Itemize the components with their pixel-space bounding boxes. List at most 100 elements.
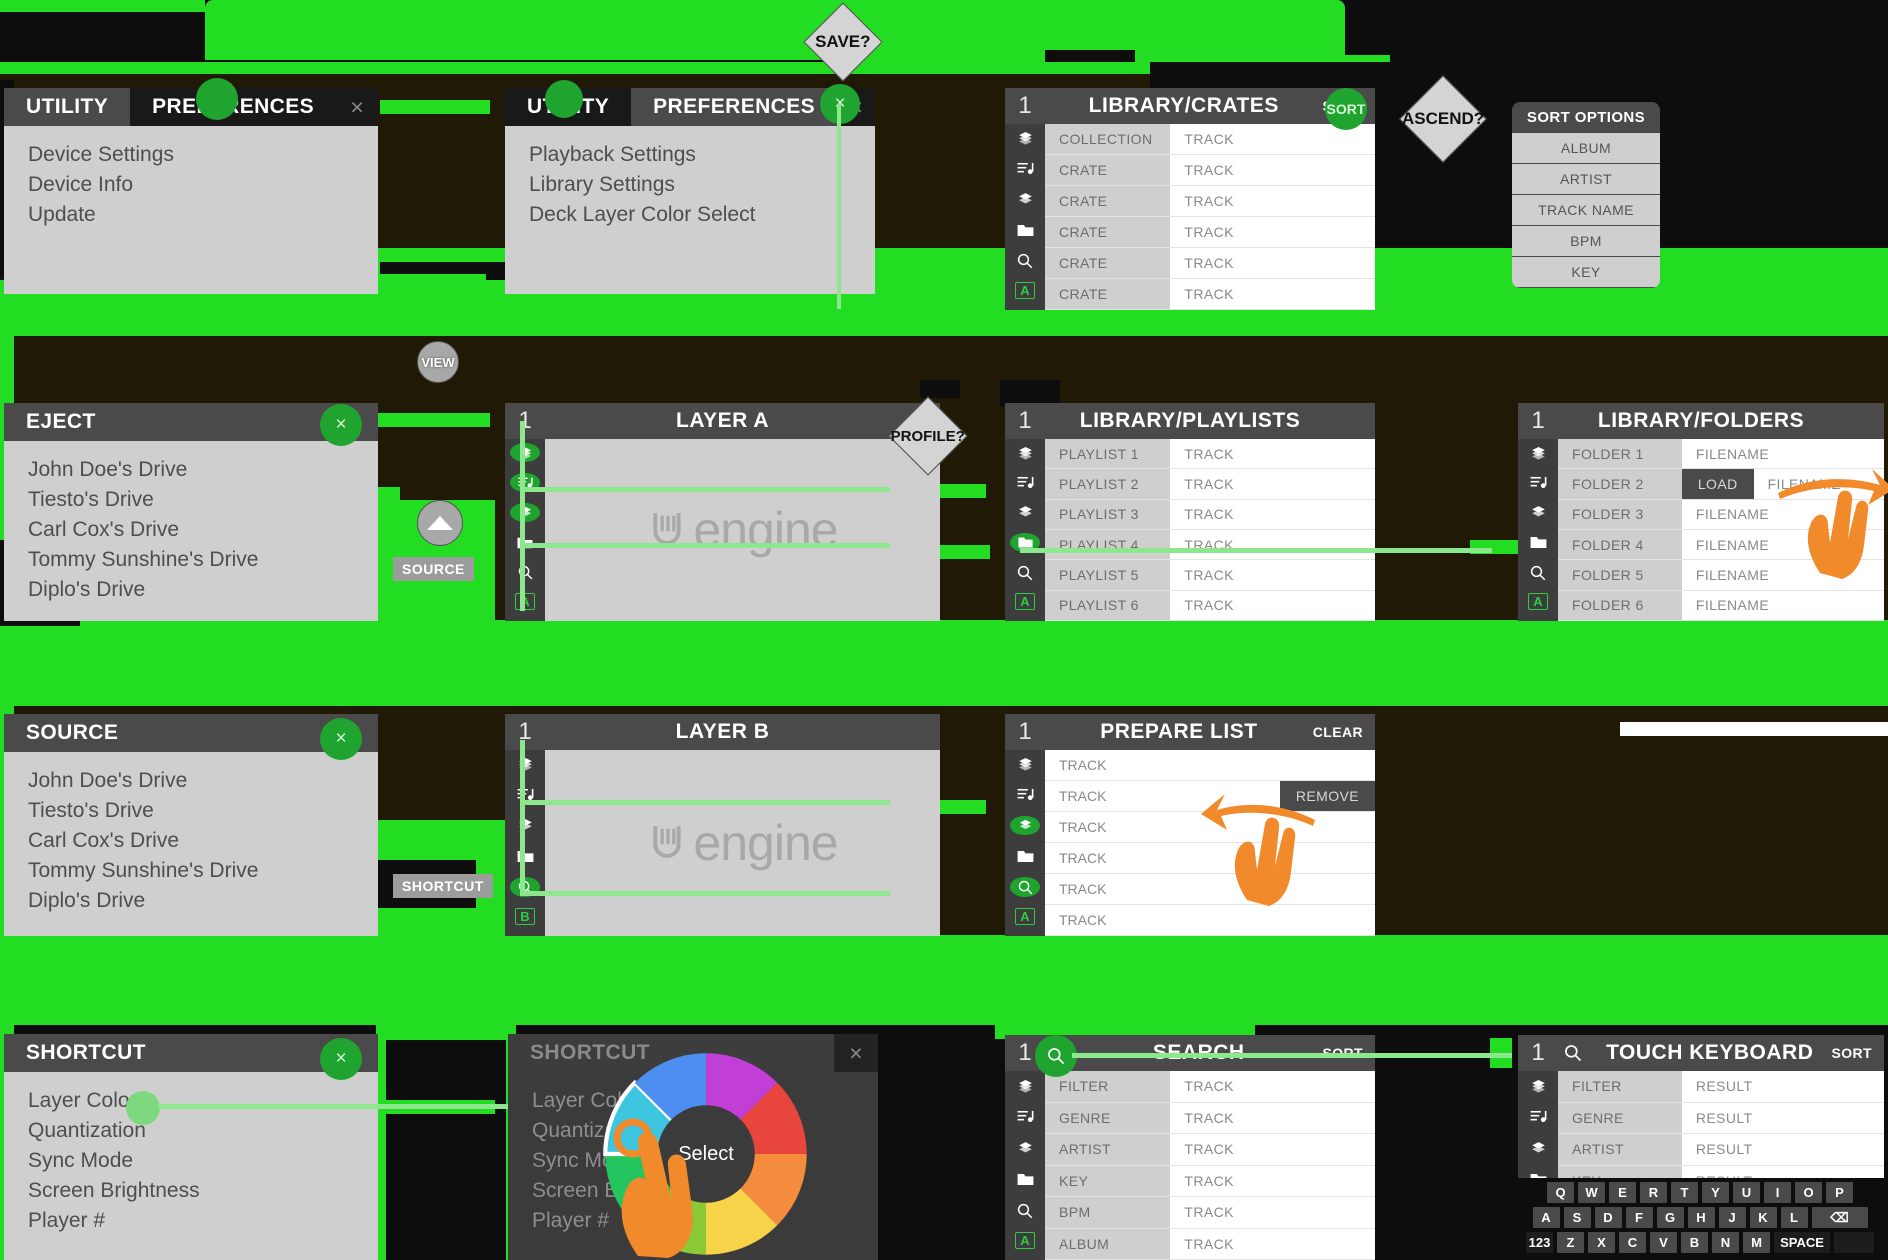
table-row[interactable]: ARTIST RESULT [1558,1134,1884,1166]
shortcut-tag[interactable]: SHORTCUT [393,874,493,898]
list-item[interactable]: Carl Cox's Drive [28,826,378,856]
crate-icon[interactable] [510,816,540,836]
crate-icon[interactable] [1523,1138,1553,1158]
key-b[interactable]: B [1681,1232,1708,1253]
list-item[interactable]: Carl Cox's Drive [28,515,378,545]
layer-a-icon[interactable]: A [1015,1232,1035,1250]
close-source-marker[interactable]: × [320,718,362,760]
utility-tab-marker[interactable] [545,80,583,118]
clear-button[interactable]: CLEAR [1313,724,1375,740]
folder-icon[interactable] [510,846,540,866]
crate-stack-icon[interactable] [1010,1075,1040,1095]
option-screen-brightness[interactable]: Screen Brightness [28,1176,378,1206]
layer-a-icon[interactable]: A [1528,593,1548,610]
table-row[interactable]: GENRE RESULT [1558,1102,1884,1134]
key-p[interactable]: P [1826,1182,1853,1203]
key-z[interactable]: Z [1557,1232,1584,1253]
eject-button[interactable] [417,500,463,546]
key-w[interactable]: W [1578,1182,1605,1203]
list-item[interactable]: John Doe's Drive [28,766,378,796]
option-update[interactable]: Update [28,200,378,230]
space-key[interactable]: SPACE [1774,1232,1830,1253]
crate-icon[interactable] [1523,503,1553,522]
crate-stack-icon[interactable] [1523,443,1553,462]
key-t[interactable]: T [1671,1182,1698,1203]
option-layer-color[interactable]: Layer Color [28,1086,378,1116]
option-library-settings[interactable]: Library Settings [529,170,875,200]
search-icon[interactable] [1010,251,1040,271]
view-button[interactable]: VIEW [417,341,459,383]
key-x[interactable]: X [1588,1232,1615,1253]
table-row[interactable]: FILTER TRACK [1045,1071,1375,1103]
folder-icon[interactable] [1010,1169,1040,1189]
folder-icon[interactable] [1523,533,1553,552]
blank-key[interactable] [1834,1232,1874,1253]
key-o[interactable]: O [1795,1182,1822,1203]
layer-b-icon[interactable]: B [515,907,535,925]
sort-option-album[interactable]: ALBUM [1512,133,1660,164]
key-y[interactable]: Y [1702,1182,1729,1203]
option-deck-layer-color-select[interactable]: Deck Layer Color Select [529,200,875,230]
layer-a-panel[interactable]: 1 LAYER A A [505,403,940,621]
crate-stack-icon[interactable] [1523,1075,1553,1095]
list-item[interactable]: Tiesto's Drive [28,796,378,826]
table-row[interactable]: PLAYLIST 5 TRACK [1045,560,1375,591]
list-item[interactable]: Tiesto's Drive [28,485,378,515]
key-q[interactable]: Q [1547,1182,1574,1203]
playlist-note-icon[interactable] [1523,473,1553,492]
search-icon[interactable] [1010,877,1040,897]
list-item[interactable]: John Doe's Drive [28,455,378,485]
eject-dialog[interactable]: EJECT John Doe's Drive Tiesto's Drive Ca… [4,403,378,621]
key-c[interactable]: C [1619,1232,1646,1253]
library-playlists-panel[interactable]: 1 LIBRARY/PLAYLISTS A PLAYLIST 1 TRACK P… [1005,403,1375,621]
layer-a-icon[interactable]: A [1015,593,1035,610]
load-button[interactable]: LOAD [1681,469,1754,499]
layer-b-panel[interactable]: 1 LAYER B B engine [505,714,940,936]
sort-option-key[interactable]: KEY [1512,257,1660,288]
backspace-key[interactable]: ⌫ [1811,1207,1868,1228]
option-device-settings[interactable]: Device Settings [28,140,378,170]
key-u[interactable]: U [1733,1182,1760,1203]
option-player-number[interactable]: Player # [28,1206,378,1236]
table-row[interactable]: COLLECTION TRACK [1045,124,1375,155]
playlist-note-icon[interactable] [1010,1106,1040,1126]
sort-option-artist[interactable]: ARTIST [1512,164,1660,195]
list-item[interactable]: Tommy Sunshine's Drive [28,856,378,886]
key-e[interactable]: E [1609,1182,1636,1203]
table-row[interactable]: CRATE TRACK [1045,279,1375,310]
option-device-info[interactable]: Device Info [28,170,378,200]
utility-preferences-dialog-2[interactable]: UTILITY PREFERENCES × Playback Settings … [505,88,875,294]
search-icon[interactable] [1010,1201,1040,1221]
table-row[interactable]: PLAYLIST 6 TRACK [1045,590,1375,621]
key-s[interactable]: S [1563,1207,1591,1228]
utility-preferences-dialog-1[interactable]: UTILITY PREFERENCES × Device Settings De… [4,88,378,294]
key-a[interactable]: A [1532,1207,1560,1228]
table-row[interactable]: PLAYLIST 1 TRACK [1045,439,1375,470]
table-row[interactable]: BPM TRACK [1045,1197,1375,1229]
option-sync-mode[interactable]: Sync Mode [28,1146,378,1176]
close-icon[interactable]: × [834,1034,878,1072]
source-tag[interactable]: SOURCE [393,557,474,581]
playlist-note-icon[interactable] [1010,159,1040,179]
crate-icon[interactable] [510,503,540,522]
table-row[interactable]: ALBUM TRACK [1045,1228,1375,1260]
table-row[interactable]: PLAYLIST 2 TRACK [1045,469,1375,500]
layer-a-icon[interactable]: A [515,593,535,610]
playlist-note-icon[interactable] [1523,1106,1553,1126]
search-icon[interactable] [1010,563,1040,582]
on-screen-keyboard[interactable]: Q W E R T Y U I O P A S D F G H J K L ⌫ … [1512,1178,1888,1260]
key-r[interactable]: R [1640,1182,1667,1203]
table-row[interactable]: CRATE TRACK [1045,186,1375,217]
layer-a-icon[interactable]: A [1015,281,1035,299]
table-row[interactable]: FOLDER 6 FILENAME [1558,590,1884,621]
list-item[interactable]: Diplo's Drive [28,886,378,916]
crate-icon[interactable] [1010,815,1040,836]
key-g[interactable]: G [1656,1207,1684,1228]
tab-utility[interactable]: UTILITY [4,88,131,126]
folder-icon[interactable] [1010,220,1040,240]
search-icon[interactable] [510,563,540,582]
playlist-note-icon[interactable] [1010,785,1040,805]
crate-stack-icon[interactable] [510,443,540,462]
key-d[interactable]: D [1594,1207,1622,1228]
search-marker[interactable] [1035,1035,1077,1077]
